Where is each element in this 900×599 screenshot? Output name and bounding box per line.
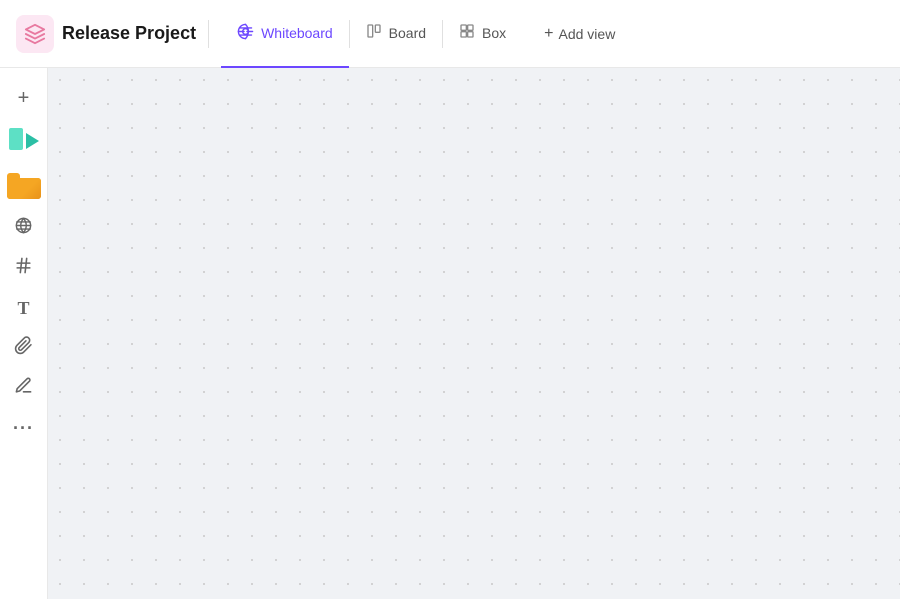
whiteboard-icon <box>237 23 254 43</box>
sidebar-item-hash[interactable] <box>6 250 42 286</box>
add-view-button[interactable]: + Add view <box>530 0 629 68</box>
header-divider <box>208 20 209 48</box>
sidebar-item-files[interactable] <box>3 166 45 206</box>
sidebar-item-media[interactable] <box>3 120 45 162</box>
hash-icon <box>14 256 33 280</box>
sidebar-item-draw[interactable] <box>6 370 42 406</box>
sidebar: + <box>0 68 48 599</box>
tab-box[interactable]: Box <box>443 0 522 68</box>
tab-box-label: Box <box>482 25 506 41</box>
text-icon: T <box>17 298 29 319</box>
sidebar-item-text[interactable]: T <box>6 290 42 326</box>
sidebar-item-globe[interactable] <box>6 210 42 246</box>
globe-icon <box>14 216 33 240</box>
plus-icon: + <box>18 88 30 108</box>
project-icon <box>16 15 54 53</box>
tab-board-label: Board <box>389 25 426 41</box>
sidebar-item-add[interactable]: + <box>6 80 42 116</box>
main-layout: + <box>0 68 900 599</box>
tab-board[interactable]: Board <box>350 0 442 68</box>
nav-tabs: Whiteboard Board <box>221 0 522 67</box>
sidebar-item-link[interactable] <box>6 330 42 366</box>
sidebar-item-more[interactable]: ··· <box>6 410 42 446</box>
whiteboard-canvas[interactable] <box>48 68 900 599</box>
project-title: Release Project <box>62 23 196 44</box>
more-icon: ··· <box>13 419 34 437</box>
pencil-icon <box>14 376 33 400</box>
board-icon <box>366 23 382 42</box>
plus-icon: + <box>544 25 553 43</box>
tab-whiteboard-label: Whiteboard <box>261 25 333 41</box>
box-icon <box>459 23 475 42</box>
tab-whiteboard[interactable]: Whiteboard <box>221 0 349 68</box>
app-header: Release Project Whiteboard <box>0 0 900 68</box>
link-icon <box>14 336 33 360</box>
add-view-label: Add view <box>559 26 616 42</box>
